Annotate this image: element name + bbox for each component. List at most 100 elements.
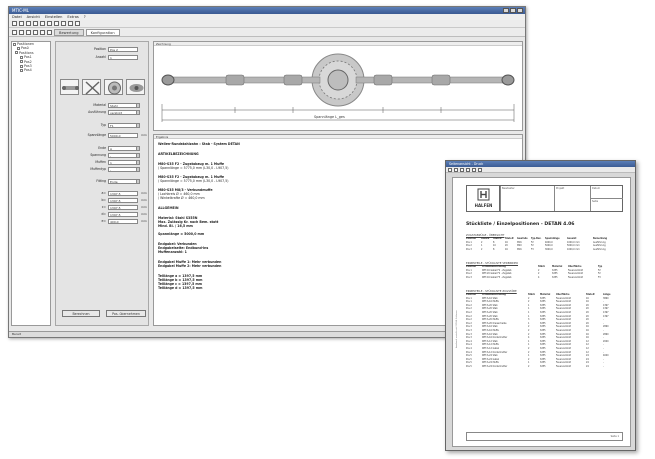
anzahl-row: Anzahl 1 <box>60 54 146 60</box>
move-up-icon[interactable] <box>26 29 31 35</box>
position-input[interactable]: Pos 2 <box>108 46 138 52</box>
length-d-input[interactable]: 1397,5 <box>108 211 138 217</box>
material-select[interactable]: Stahl <box>108 102 138 108</box>
table-cell: S355 <box>552 275 558 279</box>
maximize-button[interactable] <box>510 8 516 13</box>
result-header: Ergebnis <box>154 135 522 139</box>
move-down-icon[interactable] <box>33 29 38 35</box>
result-line: / Spannlänge = 5775,0 mm (L30,0 - L907,5… <box>158 166 229 170</box>
menu-help[interactable]: ? <box>84 14 86 20</box>
calc-icon[interactable] <box>47 29 52 35</box>
tab-bewertung[interactable]: Bewertung <box>54 28 84 36</box>
chevron-down-icon[interactable] <box>136 166 140 172</box>
prev-page-icon[interactable] <box>466 167 470 172</box>
chevron-down-icon[interactable] <box>136 145 140 151</box>
next-page-icon[interactable] <box>472 167 476 172</box>
length-c-row: c= 1397,5 mm <box>60 204 147 210</box>
length-e-unit: mm <box>141 219 147 223</box>
typ-select[interactable]: F1 <box>108 122 138 128</box>
undo-icon[interactable] <box>61 21 66 26</box>
menu-ansicht[interactable]: Ansicht <box>27 14 40 20</box>
chevron-down-icon[interactable] <box>136 178 140 184</box>
length-e-input[interactable]: 400,0 <box>108 218 138 224</box>
typ-row: Typ F1 <box>60 122 146 128</box>
menu-datei[interactable]: Datei <box>12 14 22 20</box>
type-coupler-button[interactable] <box>126 79 145 95</box>
calculate-button[interactable]: Berechnen <box>62 310 100 317</box>
table-cell: F3 <box>531 247 534 251</box>
length-d-label: d= <box>101 212 106 216</box>
ende-select[interactable]: A <box>108 145 138 151</box>
apply-position-button[interactable]: Pos. übernehmen <box>106 310 146 317</box>
table-cell: 8 <box>493 247 495 251</box>
result-line: Mind. Bl. / 16,5 mm <box>158 224 193 228</box>
open-icon[interactable] <box>19 21 24 26</box>
anzahl-label: Anzahl <box>95 55 106 59</box>
fitting-select[interactable]: Ende <box>108 178 138 184</box>
length-a-input[interactable]: 1397,5 <box>108 190 138 196</box>
header-cell-bearbeiter: Bearbeiter <box>500 186 554 211</box>
close-icon[interactable] <box>478 167 482 172</box>
type-straight-button[interactable] <box>60 79 79 95</box>
list-icon[interactable] <box>40 29 45 35</box>
cut-icon[interactable] <box>40 21 45 26</box>
muffen-select[interactable]: 1 <box>108 159 138 165</box>
header-cell-seite: Seite <box>590 198 623 211</box>
rod-right <box>355 74 515 86</box>
type-disc-button[interactable] <box>104 79 123 95</box>
help-icon[interactable] <box>75 21 80 26</box>
chevron-down-icon[interactable] <box>136 159 140 165</box>
table-cell: Feuerverzinkt <box>568 275 583 279</box>
length-c-input[interactable]: 1397,5 <box>108 204 138 210</box>
spannlaenge-input[interactable]: 5000,0 <box>108 132 138 138</box>
table-cell: Pos 5 <box>466 364 472 368</box>
minimize-button[interactable] <box>503 8 509 13</box>
chevron-down-icon[interactable] <box>136 152 140 158</box>
ausfuehrung-label: Ausführung <box>88 110 106 114</box>
print-icon[interactable] <box>33 21 38 26</box>
add-position-icon[interactable] <box>12 29 17 35</box>
print-icon[interactable] <box>448 167 452 172</box>
tree-label-pos4: Pos4 <box>24 68 32 73</box>
zoom-in-icon[interactable] <box>454 167 458 172</box>
table-cell: Ausführung <box>593 247 606 251</box>
zoom-out-icon[interactable] <box>460 167 464 172</box>
footer-page: Seite 1 <box>610 435 619 438</box>
tree-item-pos4[interactable]: Pos4 <box>12 68 50 72</box>
disc-type-icon <box>108 81 121 95</box>
ausfuehrung-select[interactable]: verzinkt <box>108 109 138 115</box>
drawing-area: Zeichnung Spannlänge L_ges <box>153 41 523 131</box>
length-c-label: c= <box>101 205 106 209</box>
type-cross-button[interactable] <box>82 79 101 95</box>
tab-konfiguration[interactable]: Konfiguration <box>85 28 120 36</box>
anzahl-input[interactable]: 1 <box>108 54 138 60</box>
chevron-down-icon[interactable] <box>136 109 140 115</box>
table-cell: S355 <box>540 364 546 368</box>
report-header: HALFEN Bearbeiter Projekt Datum Seite <box>466 185 623 212</box>
close-button[interactable] <box>517 8 523 13</box>
report-window: Seitenansicht - Druck HALFEN Bearbeiter … <box>445 160 636 451</box>
chevron-down-icon[interactable] <box>136 122 140 128</box>
paste-icon[interactable] <box>54 21 59 26</box>
dimension-label: Spannlänge L_ges <box>314 115 345 119</box>
chevron-down-icon[interactable] <box>136 102 140 108</box>
save-icon[interactable] <box>26 21 31 26</box>
report-title: Stückliste / Einzelpositionen - DETAN 4.… <box>466 222 575 227</box>
redo-icon[interactable] <box>68 21 73 26</box>
muffentyp-select[interactable]: - <box>108 166 138 172</box>
copy-icon[interactable] <box>47 21 52 26</box>
report-toolbar <box>446 167 635 173</box>
length-a-label: a= <box>101 191 107 195</box>
menu-einstellen[interactable]: Einstellen <box>45 14 63 20</box>
position-label: Position <box>93 47 106 51</box>
new-icon[interactable] <box>12 21 17 26</box>
report-page: HALFEN Bearbeiter Projekt Datum Seite St… <box>452 177 631 447</box>
menu-extras[interactable]: Extras <box>67 14 78 20</box>
length-b-input[interactable]: 1397,5 <box>108 197 138 203</box>
delete-position-icon[interactable] <box>19 29 24 35</box>
table-cell: Feuerverzinkt <box>556 364 571 368</box>
table-row: Pos 3 DET-16 Gabel F3 - Zugstab 4 S355 Feuer… <box>466 276 623 280</box>
table-cell: 1000,0 mm <box>567 247 580 251</box>
table-row: Pos 5 DET-S-24 Kontermutter 2 S355 Feuerverz… <box>466 365 623 369</box>
spannung-select[interactable]: - <box>108 152 138 158</box>
